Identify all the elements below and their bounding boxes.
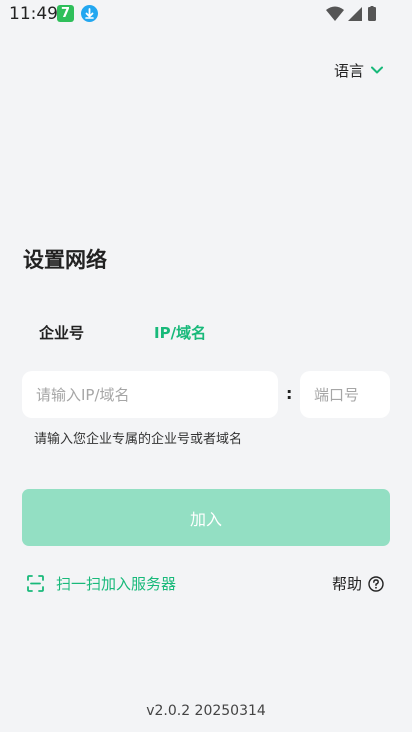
page-title: 设置网络 [23, 248, 107, 272]
tab-bar: 企业号 IP/域名 [23, 320, 260, 376]
scan-icon [27, 575, 44, 592]
question-circle-icon [368, 575, 384, 592]
help-label: 帮助 [331, 575, 362, 593]
scan-join-server-button[interactable]: 扫一扫加入服务器 [27, 573, 176, 594]
wifi-icon [326, 6, 344, 21]
tab-enterprise-id[interactable]: 企业号 [23, 320, 100, 360]
help-button[interactable]: 帮助 [332, 573, 384, 594]
version-label: v2.0.2 20250314 [146, 703, 266, 719]
language-label: 语言 [333, 61, 364, 80]
download-icon [81, 5, 98, 22]
port-separator: : [286, 384, 293, 403]
app-notification-icon: 7 [57, 5, 74, 22]
status-icons [326, 6, 376, 21]
tab-ip-domain[interactable]: IP/域名 [138, 320, 222, 376]
language-selector[interactable]: 语言 [334, 60, 384, 80]
signal-icon [348, 7, 362, 21]
port-input[interactable] [300, 371, 390, 418]
battery-icon [368, 7, 376, 21]
tab-label: 企业号 [39, 324, 85, 342]
input-hint: 请输入您企业专属的企业号或者域名 [34, 432, 243, 447]
status-bar: 11:49 7 [0, 0, 412, 28]
status-time: 11:49 [9, 4, 58, 24]
ip-domain-input[interactable] [22, 371, 278, 418]
tab-label: IP/域名 [154, 324, 207, 342]
scan-label: 扫一扫加入服务器 [56, 575, 177, 593]
chevron-down-icon [371, 66, 383, 74]
join-button[interactable]: 加入 [22, 489, 390, 546]
